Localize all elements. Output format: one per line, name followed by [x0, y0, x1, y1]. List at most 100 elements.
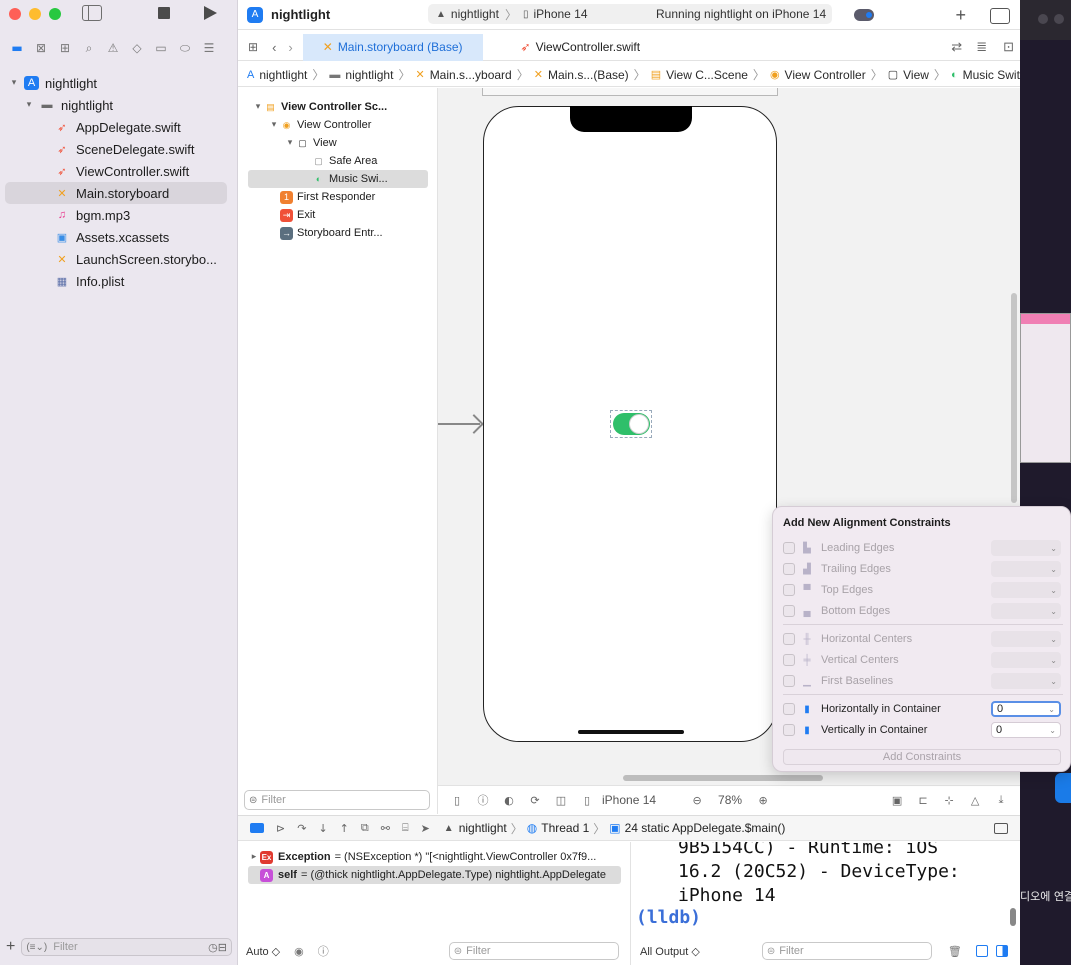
debug-area-toggle-icon[interactable]	[250, 823, 264, 833]
storyboard-entry-arrow[interactable]	[438, 418, 482, 430]
navigator-item[interactable]: ▾ ▬ nightlight	[0, 94, 237, 116]
debug-icon[interactable]: ▭	[152, 40, 170, 56]
eye-icon[interactable]: ◉	[294, 945, 304, 958]
chevron-down-icon[interactable]: ▾	[252, 102, 264, 112]
add-constraints-button[interactable]: Add Constraints	[783, 749, 1061, 765]
navigator-item[interactable]: ▾ Anightlight	[0, 72, 237, 94]
console-mode-select[interactable]: All Output ◇	[640, 945, 700, 958]
outline-item[interactable]: ▾ ◉ View Controller	[238, 116, 438, 134]
forward-icon[interactable]: ›	[288, 40, 292, 55]
lldb-prompt[interactable]: (lldb)	[636, 906, 701, 930]
scheme-target[interactable]: nightlight	[451, 7, 499, 21]
trash-icon[interactable]: 🗑	[948, 945, 962, 958]
memory-graph-icon[interactable]: ⚯	[381, 822, 390, 835]
chevron-right-icon[interactable]: ▸	[248, 852, 260, 862]
zoom-level[interactable]: 78%	[718, 793, 742, 807]
split-right-icon[interactable]	[995, 945, 1008, 957]
tab-main-storyboard[interactable]: ✕ Main.storyboard (Base)	[302, 33, 483, 61]
tab-viewcontroller-swift[interactable]: ➶ ViewController.swift	[501, 34, 661, 61]
device-icon[interactable]: ▯	[580, 793, 594, 807]
variable-row[interactable]: Aself = (@thick nightlight.AppDelegate.Ty…	[248, 866, 621, 884]
outline-item[interactable]: ▢ Safe Area	[238, 152, 438, 170]
orientation-icon[interactable]: ⟳	[528, 793, 542, 807]
navigator-item[interactable]: ▣ Assets.xcassets	[0, 226, 237, 248]
close-window-button[interactable]	[9, 8, 21, 20]
minimize-window-button[interactable]	[29, 8, 41, 20]
sidebar-toggle-icon[interactable]	[82, 5, 102, 21]
outline-filter-input[interactable]: ⊜ Filter	[244, 790, 430, 810]
console-scrollbar[interactable]	[1010, 908, 1016, 926]
split-left-icon[interactable]	[975, 945, 988, 957]
zoom-in-icon[interactable]: ⊕	[756, 793, 770, 807]
dock-app-icon[interactable]	[1055, 773, 1071, 803]
debug-frame[interactable]: 24 static AppDelegate.$main()	[625, 821, 786, 835]
outline-item[interactable]: ▾ ▢ View	[238, 134, 438, 152]
run-icon[interactable]	[204, 6, 217, 20]
breadcrumb-item[interactable]: ✕ Main.s...(Base) 〉	[534, 66, 651, 83]
layout-icon[interactable]: ◫	[554, 793, 568, 807]
navigator-item[interactable]: ▦ Info.plist	[0, 270, 237, 292]
breakpoint-icon[interactable]: ⬭	[176, 40, 194, 56]
hide-debug-icon[interactable]	[994, 822, 1008, 834]
embed-icon[interactable]: ⤓	[994, 793, 1008, 807]
view-debugger-icon[interactable]: ⧉	[361, 821, 369, 835]
outline-item[interactable]: ▾ ▤ View Controller Sc...	[238, 98, 438, 116]
issue-icon[interactable]: ⚠	[104, 40, 122, 56]
breadcrumb-item[interactable]: ◉ View Controller 〉	[770, 66, 888, 83]
breadcrumb-item[interactable]: ▬ nightlight 〉	[329, 66, 415, 83]
chevron-down-icon[interactable]: ▾	[284, 138, 296, 148]
vertical-scrollbar[interactable]	[1011, 293, 1017, 503]
outline-item[interactable]: ◐ Music Swi...	[248, 170, 428, 188]
resolve-issues-icon[interactable]: △	[968, 793, 982, 807]
related-items-icon[interactable]: ⇄	[951, 39, 962, 55]
outline-item[interactable]: ⇥ Exit	[238, 206, 438, 224]
navigator-filter-input[interactable]: (≡⌄) Filter ◷⊟	[21, 938, 232, 956]
add-library-icon[interactable]: +	[955, 5, 966, 26]
breadcrumb-item[interactable]: Anightlight 〉	[247, 66, 329, 83]
chevron-down-icon[interactable]: ▾	[8, 78, 20, 88]
navigator-item[interactable]: ➶ AppDelegate.swift	[0, 116, 237, 138]
breadcrumb-item[interactable]: ▢ View 〉	[888, 66, 951, 83]
add-constraints-icon[interactable]: ⊹	[942, 793, 956, 807]
outline-item[interactable]: 1 First Responder	[238, 188, 438, 206]
cloud-status-icon[interactable]	[854, 9, 874, 21]
xcode-thumbnail[interactable]	[1020, 313, 1071, 463]
debug-target[interactable]: nightlight	[459, 821, 507, 835]
folder-icon[interactable]: ▬	[8, 40, 26, 56]
appearance-icon[interactable]: ◐	[502, 793, 516, 807]
horizontal-scrollbar[interactable]	[623, 775, 823, 781]
navigator-item[interactable]: ✕ Main.storyboard	[5, 182, 227, 204]
canvas-device-label[interactable]: iPhone 14	[602, 793, 656, 807]
grid-icon[interactable]: ⊞	[248, 40, 258, 54]
scheme-device[interactable]: iPhone 14	[533, 7, 587, 21]
step-out-icon[interactable]: ↑	[340, 822, 349, 835]
variables-mode-select[interactable]: Auto ◇	[246, 945, 280, 958]
outline-toggle-icon[interactable]: ▯	[450, 793, 464, 807]
step-into-icon[interactable]: ↓	[318, 822, 327, 835]
outline-item[interactable]: → Storyboard Entr...	[238, 224, 438, 242]
navigator-item[interactable]: ♫ bgm.mp3	[0, 204, 237, 226]
symbol-icon[interactable]: ⊞	[56, 40, 74, 56]
constraint-value-field[interactable]: 0 ⌄	[991, 701, 1061, 717]
editor-options-icon[interactable]: ≣	[976, 39, 987, 55]
breadcrumb-item[interactable]: ▤ View C...Scene 〉	[651, 66, 770, 83]
source-control-icon[interactable]: ⊠	[32, 40, 50, 56]
inspector-toggle-icon[interactable]	[990, 7, 1010, 24]
back-icon[interactable]: ‹	[272, 40, 276, 55]
constraint-value-field[interactable]: 0 ⌄	[991, 722, 1061, 738]
chevron-down-icon[interactable]: ▾	[23, 100, 35, 110]
breadcrumb-item[interactable]: ✕ Main.s...yboard 〉	[415, 66, 533, 83]
variables-filter-input[interactable]: ⊜ Filter	[448, 942, 619, 960]
split-editor-icon[interactable]: ⊡	[1003, 39, 1014, 55]
variable-row[interactable]: ▸ Ex Exception = (NSException *) "[<nightli…	[248, 848, 621, 866]
info-icon[interactable]: ⓘ	[318, 943, 329, 959]
update-frames-icon[interactable]: ▣	[890, 793, 904, 807]
debug-thread[interactable]: Thread 1	[541, 821, 589, 835]
report-icon[interactable]: ☰	[200, 40, 218, 56]
breadcrumb-item[interactable]: ◐ Music Switch	[951, 68, 1020, 82]
test-icon[interactable]: ◇	[128, 40, 146, 56]
scheme-selector[interactable]: ▲ nightlight 〉 ▯ iPhone 14 Running night…	[428, 4, 832, 24]
continue-icon[interactable]: ⊳	[276, 822, 285, 835]
zoom-window-button[interactable]	[49, 8, 61, 20]
zoom-out-icon[interactable]: ⊖	[690, 793, 704, 807]
